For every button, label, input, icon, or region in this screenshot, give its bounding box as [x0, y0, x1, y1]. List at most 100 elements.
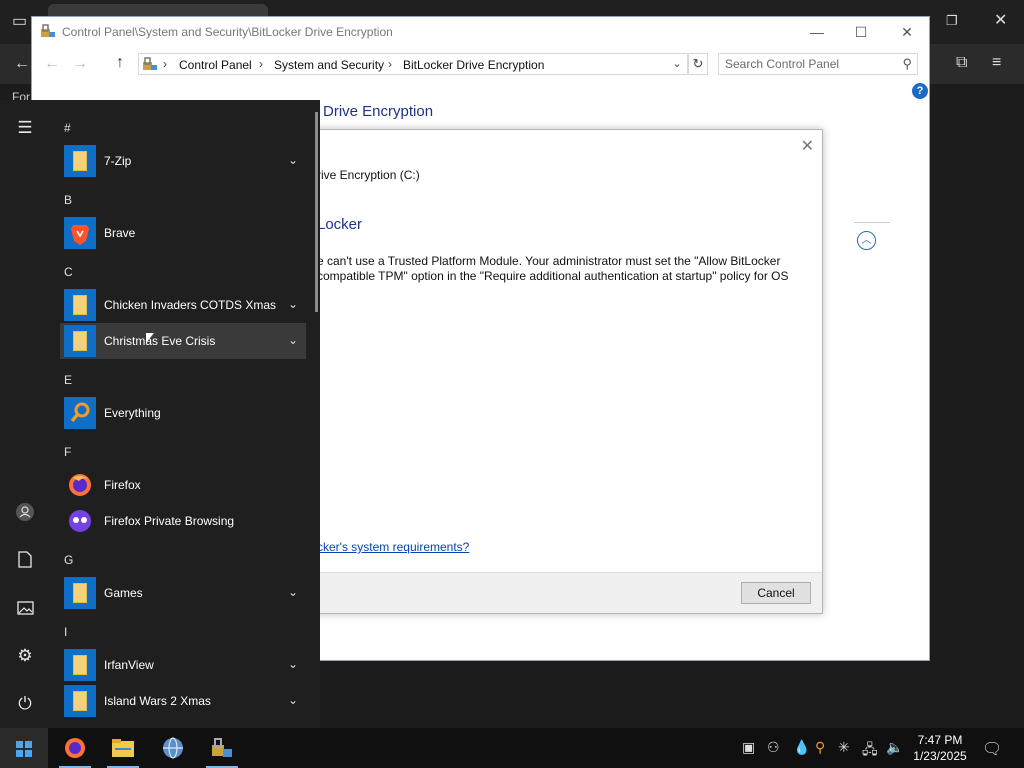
extensions-icon[interactable]: ⧉: [956, 55, 967, 71]
settings-gear-icon[interactable]: ⚙: [12, 643, 38, 669]
chevron-down-icon[interactable]: ⌄: [288, 693, 298, 707]
letter-header[interactable]: C: [64, 265, 73, 279]
app-item-christmas-eve-crisis[interactable]: Christmas Eve Crisis ⌄: [60, 323, 306, 359]
app-item-firefox-private[interactable]: Firefox Private Browsing: [60, 503, 306, 539]
documents-icon[interactable]: [12, 547, 38, 573]
everything-tray-icon[interactable]: ⚲: [815, 739, 825, 756]
app-item-7zip[interactable]: 7-Zip ⌄: [60, 143, 306, 179]
file-explorer-icon: [112, 739, 134, 757]
folder-icon: [64, 325, 96, 357]
letter-header[interactable]: F: [64, 445, 71, 459]
app-item-games[interactable]: Games ⌄: [60, 575, 306, 611]
start-menu: ☰ ⚙ ⏻ # 7-Zip ⌄ B Brave C Chicken Invade…: [0, 100, 320, 728]
search-box[interactable]: ⚲: [718, 53, 918, 75]
back-arrow-icon[interactable]: ←: [44, 55, 60, 73]
app-item-everything[interactable]: Everything: [60, 395, 306, 431]
notification-center-icon[interactable]: 🗨: [982, 739, 1002, 759]
app-item-island-wars[interactable]: Island Wars 2 Xmas ⌄: [60, 683, 306, 719]
breadcrumb-system-security[interactable]: System and Security: [274, 58, 384, 72]
app-label: Firefox Private Browsing: [104, 514, 235, 528]
windows-logo-icon: [16, 741, 32, 757]
folder-icon: [64, 649, 96, 681]
dialog-heading: Locker: [317, 216, 363, 233]
pictures-icon[interactable]: [12, 595, 38, 621]
taskbar-network-app[interactable]: [149, 728, 197, 768]
drive-label: rive Encryption (C:): [317, 168, 420, 182]
search-input[interactable]: [725, 54, 895, 74]
page-heading: Drive Encryption: [323, 103, 434, 120]
letter-header[interactable]: E: [64, 373, 72, 387]
app-label: Firefox: [104, 478, 141, 492]
maximize-button[interactable]: ☐: [838, 17, 884, 47]
app-label: Christmas Eve Crisis: [104, 334, 216, 348]
firefox-private-icon: [64, 505, 96, 537]
volume-tray-icon[interactable]: 🔈: [886, 739, 903, 756]
chevron-down-icon[interactable]: ⌄: [288, 333, 298, 347]
app-label: Island Wars 2 Xmas: [104, 694, 211, 708]
breadcrumb-bitlocker[interactable]: BitLocker Drive Encryption: [403, 58, 544, 72]
forward-arrow-icon[interactable]: →: [72, 55, 88, 73]
clock[interactable]: 7:47 PM 1/23/2025: [902, 732, 978, 764]
chevron-down-icon[interactable]: ⌄: [288, 297, 298, 311]
browser-back-icon[interactable]: ←: [14, 56, 30, 72]
chevron-down-icon[interactable]: ⌄: [288, 585, 298, 599]
help-icon[interactable]: ?: [912, 83, 928, 99]
collapse-icon[interactable]: ︿: [857, 231, 876, 250]
taskbar-file-explorer[interactable]: [99, 728, 147, 768]
chevron-down-icon[interactable]: ⌄: [288, 153, 298, 167]
bitlocker-icon: [41, 24, 55, 37]
user-tray-icon[interactable]: ⚇: [767, 739, 780, 756]
up-arrow-icon[interactable]: ↑: [116, 54, 124, 72]
control-panel-icon: [143, 57, 157, 70]
browser-menu-icon[interactable]: ≡: [992, 55, 1001, 71]
security-tray-icon[interactable]: ▣: [742, 739, 755, 756]
app-item-brave[interactable]: Brave: [60, 215, 306, 251]
power-icon[interactable]: ⏻: [12, 691, 38, 717]
app-item-irfanview[interactable]: IrfanView ⌄: [60, 647, 306, 683]
app-item-chicken-invaders[interactable]: Chicken Invaders COTDS Xmas ⌄: [60, 287, 306, 323]
letter-header[interactable]: B: [64, 193, 72, 207]
browser-close-icon[interactable]: ✕: [994, 13, 1007, 29]
letter-header[interactable]: I: [64, 625, 67, 639]
cancel-button[interactable]: Cancel: [741, 582, 811, 604]
brave-icon: [64, 217, 96, 249]
firefox-icon: [65, 738, 85, 758]
droplet-tray-icon[interactable]: 💧: [793, 739, 810, 756]
app-label: 7-Zip: [104, 154, 132, 168]
app-list: # 7-Zip ⌄ B Brave C Chicken Invaders COT…: [50, 100, 320, 728]
clock-date: 1/23/2025: [913, 749, 967, 763]
sparkle-tray-icon[interactable]: ✳: [838, 739, 850, 756]
breadcrumb-separator-icon: ›: [388, 57, 392, 71]
refresh-icon: ↻: [692, 56, 704, 71]
hamburger-menu-icon[interactable]: ☰: [12, 115, 38, 141]
breadcrumb-control-panel[interactable]: Control Panel: [179, 58, 252, 72]
start-menu-scrollbar[interactable]: [315, 112, 318, 312]
folder-icon: [64, 577, 96, 609]
minimize-button[interactable]: —: [794, 17, 840, 47]
address-bar[interactable]: › Control Panel › System and Security › …: [138, 53, 688, 75]
letter-header[interactable]: G: [64, 553, 73, 567]
start-button[interactable]: [0, 728, 48, 768]
letter-header[interactable]: #: [64, 121, 71, 135]
taskbar-control-panel[interactable]: [198, 728, 246, 768]
system-requirements-link[interactable]: cker's system requirements?: [317, 540, 469, 554]
dialog-footer: Cancel: [291, 572, 822, 613]
close-button[interactable]: ✕: [884, 17, 930, 47]
error-message-line: e can't use a Trusted Platform Module. Y…: [317, 254, 781, 268]
error-message: e can't use a Trusted Platform Module. Y…: [317, 254, 807, 284]
app-item-firefox[interactable]: Firefox: [60, 467, 306, 503]
bitlocker-dialog: ✕ rive Encryption (C:) Locker e can't us…: [290, 129, 823, 614]
refresh-button[interactable]: ↻: [688, 53, 708, 75]
browser-restore-icon[interactable]: ❐: [946, 14, 958, 27]
chevron-down-icon[interactable]: ⌄: [288, 657, 298, 671]
chevron-down-icon[interactable]: ⌄: [669, 56, 685, 72]
dialog-close-icon[interactable]: ✕: [801, 136, 814, 156]
folder-icon: [64, 685, 96, 717]
taskbar-firefox[interactable]: [51, 728, 99, 768]
app-label: IrfanView: [104, 658, 154, 672]
network-tray-icon[interactable]: 🖧: [862, 739, 878, 763]
clock-time: 7:47 PM: [917, 733, 963, 747]
user-account-icon[interactable]: [12, 499, 38, 525]
search-icon[interactable]: ⚲: [902, 56, 912, 72]
tab-actions-icon[interactable]: ▭: [12, 14, 27, 30]
